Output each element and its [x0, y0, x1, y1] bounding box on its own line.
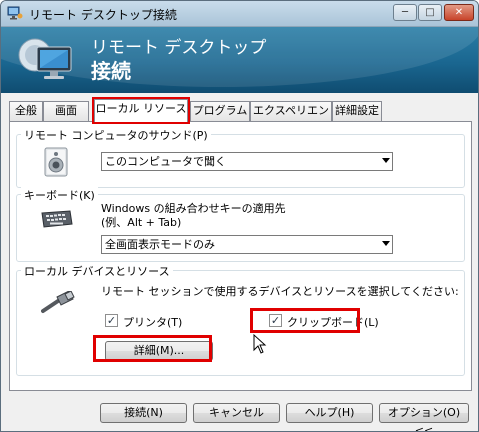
close-button[interactable]: ✕: [444, 4, 474, 21]
tab-general[interactable]: 全般: [9, 101, 43, 121]
keyboard-group: キーボード(K) Windows の組み合わせキーの適用先 (例、Alt + T…: [16, 187, 465, 262]
connect-button[interactable]: 接続(N): [100, 403, 187, 423]
window-title: リモート デスクトップ接続: [29, 8, 177, 22]
tab-panel-local-resources: リモート コンピュータのサウンド(P) このコンピュータで聞く キーボード(K): [9, 121, 472, 391]
sound-group-legend: リモート コンピュータのサウンド(P): [21, 127, 211, 143]
speaker-icon: [44, 147, 68, 177]
keyboard-description-line2: (例、Alt + Tab): [101, 216, 182, 229]
tab-advanced[interactable]: 詳細設定: [332, 101, 382, 121]
options-button[interactable]: オプション(O) <<: [379, 403, 469, 431]
keyboard-icon: [41, 210, 73, 228]
maximize-button[interactable]: □: [418, 4, 442, 21]
banner-title-line2: 接続: [91, 59, 131, 83]
remote-desktop-window: リモート デスクトップ接続 ─ □ ✕ リモート デスクトップ 接続 全般 画面…: [0, 0, 479, 432]
sound-dropdown[interactable]: このコンピュータで聞く: [101, 152, 393, 171]
mouse-cursor-icon: [253, 334, 267, 354]
usb-plug-icon: [41, 291, 75, 313]
remote-desktop-monitor-icon: [18, 38, 72, 79]
printers-checkbox[interactable]: ✓: [105, 314, 118, 327]
keyboard-group-legend: キーボード(K): [21, 187, 98, 203]
sound-group: リモート コンピュータのサウンド(P) このコンピュータで聞く: [16, 127, 465, 188]
local-devices-description: リモート セッションで使用するデバイスとリソースを選択してください:: [101, 285, 459, 298]
header-banner: リモート デスクトップ 接続: [1, 27, 478, 93]
tab-local-resources[interactable]: ローカル リソース: [92, 97, 190, 124]
title-bar[interactable]: リモート デスクトップ接続 ─ □ ✕: [1, 1, 478, 27]
help-button[interactable]: ヘルプ(H): [286, 403, 373, 423]
clipboard-label[interactable]: クリップボード(L): [287, 314, 379, 330]
sound-dropdown-value: このコンピュータで聞く: [105, 155, 226, 168]
cancel-button[interactable]: キャンセル: [193, 403, 280, 423]
tab-experience[interactable]: エクスペリエンス: [250, 101, 332, 135]
printers-label[interactable]: プリンタ(T): [123, 314, 182, 330]
clipboard-checkbox[interactable]: ✓: [269, 314, 282, 327]
remote-desktop-app-icon: [7, 6, 23, 20]
chevron-down-icon: [382, 158, 390, 163]
keyboard-dropdown[interactable]: 全画面表示モードのみ: [101, 235, 393, 254]
tab-programs[interactable]: プログラム: [190, 101, 250, 121]
local-devices-group: ローカル デバイスとリソース リモート セッションで使用するデバイスとリソースを…: [16, 263, 465, 376]
details-button[interactable]: 詳細(M)...: [105, 341, 213, 361]
minimize-button[interactable]: ─: [393, 4, 417, 21]
keyboard-dropdown-value: 全画面表示モードのみ: [105, 238, 215, 251]
local-devices-group-legend: ローカル デバイスとリソース: [21, 263, 173, 279]
chevron-down-icon: [382, 241, 390, 246]
tab-display[interactable]: 画面: [43, 101, 89, 121]
